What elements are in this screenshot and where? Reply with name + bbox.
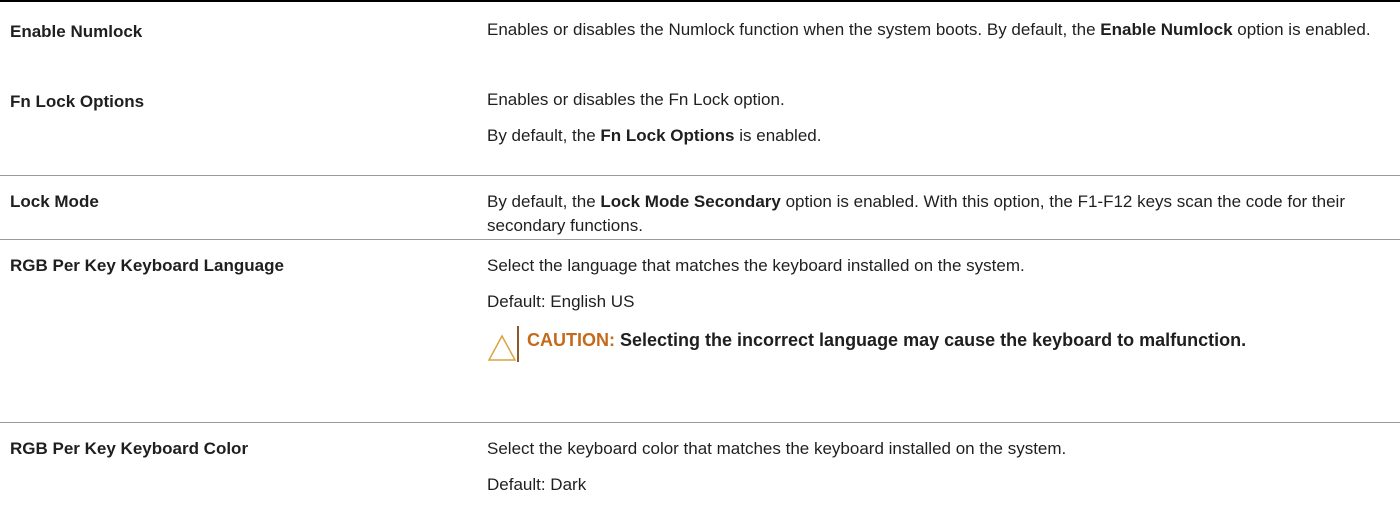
table-row-rgb-keyboard-language: RGB Per Key Keyboard Language Select the…	[0, 240, 1400, 423]
description-text: By default, the	[487, 192, 601, 211]
description-text: Default: English US	[487, 292, 635, 311]
setting-name: RGB Per Key Keyboard Language	[10, 256, 284, 275]
description-text: option is enabled.	[1232, 20, 1371, 39]
description-text: Enables or disables the Fn Lock option.	[487, 90, 785, 109]
table-row-lock-mode: Lock Mode By default, the Lock Mode Seco…	[0, 176, 1400, 240]
table-row-enable-numlock: Enable Numlock Enables or disables the N…	[0, 2, 1400, 88]
description-text: Default: Dark	[487, 475, 587, 494]
setting-description: Select the language that matches the key…	[487, 240, 1400, 422]
table-row-fn-lock-options: Fn Lock Options Enables or disables the …	[0, 88, 1400, 176]
setting-description: By default, the Lock Mode Secondary opti…	[487, 176, 1400, 239]
description-text: By default, the	[487, 126, 601, 145]
caution-note: CAUTION: Selecting the incorrect languag…	[487, 326, 1380, 362]
description-paragraph: Enables or disables the Fn Lock option.	[487, 88, 1380, 112]
setting-description: Enables or disables the Numlock function…	[487, 2, 1400, 88]
setting-name: Enable Numlock	[10, 22, 143, 41]
description-paragraph: By default, the Lock Mode Secondary opti…	[487, 190, 1380, 238]
settings-table: Enable Numlock Enables or disables the N…	[0, 0, 1400, 515]
setting-name: Lock Mode	[10, 192, 99, 211]
setting-name: RGB Per Key Keyboard Color	[10, 439, 249, 458]
setting-description: Enables or disables the Fn Lock option. …	[487, 88, 1400, 175]
description-bold-text: Fn Lock Options	[600, 126, 735, 145]
description-paragraph: By default, the Fn Lock Options is enabl…	[487, 124, 1380, 148]
description-paragraph: Enables or disables the Numlock function…	[487, 18, 1380, 42]
description-paragraph: Default: English US	[487, 290, 1380, 314]
caution-divider	[517, 326, 519, 362]
description-bold-text: Enable Numlock	[1100, 20, 1233, 39]
description-bold-text: Lock Mode Secondary	[600, 192, 781, 211]
setting-name: Fn Lock Options	[10, 92, 145, 111]
description-paragraph: Default: Dark	[487, 473, 1380, 497]
description-paragraph: Select the language that matches the key…	[487, 254, 1380, 278]
description-text: is enabled.	[734, 126, 822, 145]
setting-description: Select the keyboard color that matches t…	[487, 423, 1400, 515]
warning-triangle-icon	[487, 334, 517, 361]
caution-label: CAUTION:	[527, 330, 615, 350]
table-row-rgb-keyboard-color: RGB Per Key Keyboard Color Select the ke…	[0, 423, 1400, 515]
description-text: Select the keyboard color that matches t…	[487, 439, 1067, 458]
caution-message: Selecting the incorrect language may cau…	[615, 330, 1247, 350]
description-text: Select the language that matches the key…	[487, 256, 1025, 275]
description-paragraph: Select the keyboard color that matches t…	[487, 437, 1380, 461]
caution-text: CAUTION: Selecting the incorrect languag…	[527, 326, 1246, 354]
description-text: Enables or disables the Numlock function…	[487, 20, 1101, 39]
